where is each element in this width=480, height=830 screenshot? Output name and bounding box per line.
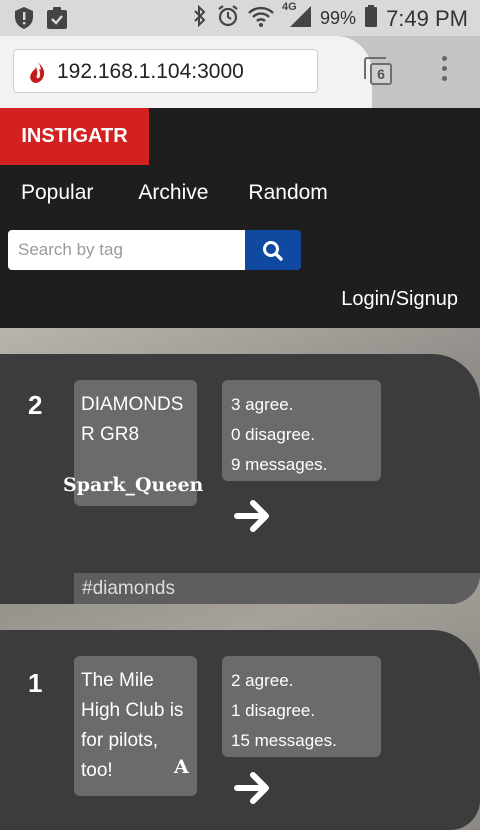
post-content-box[interactable]: The Mile High Club is for pilots, too! A [74,656,197,796]
battery-icon [364,4,378,33]
bluetooth-icon [192,4,208,33]
wifi-icon [248,5,274,32]
post-rank: 2 [28,390,43,420]
nav-random[interactable]: Random [248,181,327,205]
post-tag[interactable]: #diamonds [74,573,480,604]
clock: 7:49 PM [386,5,468,31]
post-author[interactable]: A [174,756,189,778]
browser-toolbar: 192.168.1.104:3000 6 [0,36,480,108]
address-bar[interactable]: 192.168.1.104:3000 [13,49,318,93]
battery-percentage: 99% [320,8,357,28]
disagree-count: 0 disagree. [231,425,316,444]
open-post-button[interactable] [233,496,273,536]
url-text: 192.168.1.104:3000 [57,60,244,83]
post-author[interactable]: Spark_Queen [63,474,203,496]
url-tab: 192.168.1.104:3000 [0,36,372,108]
site-header: INSTIGATR Popular Archive Random Login/S… [0,108,480,328]
post-text: DIAMONDS R GR8 [81,394,184,445]
nav-popular[interactable]: Popular [21,181,93,205]
cellular-signal-icon: 4G [282,1,312,33]
post-stats-box: 2 agree. 1 disagree. 15 messages. [222,656,381,757]
site-logo[interactable]: INSTIGATR [0,108,149,165]
clipboard-check-icon [46,6,68,35]
search-button[interactable] [245,230,301,270]
message-count: 9 messages. [231,455,328,474]
disagree-count: 1 disagree. [231,701,316,720]
post-stats-box: 3 agree. 0 disagree. 9 messages. [222,380,381,481]
main-nav: Popular Archive Random [21,181,373,205]
post-card: 1 The Mile High Club is for pilots, too!… [0,630,480,830]
nav-archive[interactable]: Archive [138,181,208,205]
search-icon [263,241,283,261]
open-post-button[interactable] [233,768,273,808]
arrow-right-icon [234,500,269,532]
tag-search-input[interactable] [8,230,245,270]
agree-count: 2 agree. [231,671,294,690]
alarm-icon [216,4,240,33]
status-bar: 4G 99% 7:49 PM [0,0,480,36]
network-type-label: 4G [282,1,297,13]
agree-count: 3 agree. [231,395,294,414]
post-rank: 1 [28,668,43,698]
shield-alert-icon [14,6,34,35]
arrow-right-icon [234,772,269,804]
post-card: 2 DIAMONDS R GR8 Spark_Queen 3 agree. 0 … [0,354,480,604]
tab-switcher-button[interactable]: 6 [362,57,392,87]
site-favicon-icon [28,60,46,89]
message-count: 15 messages. [231,731,337,750]
login-signup-link[interactable]: Login/Signup [341,288,458,311]
tab-count: 6 [370,63,392,85]
overflow-menu-icon[interactable] [438,56,450,88]
